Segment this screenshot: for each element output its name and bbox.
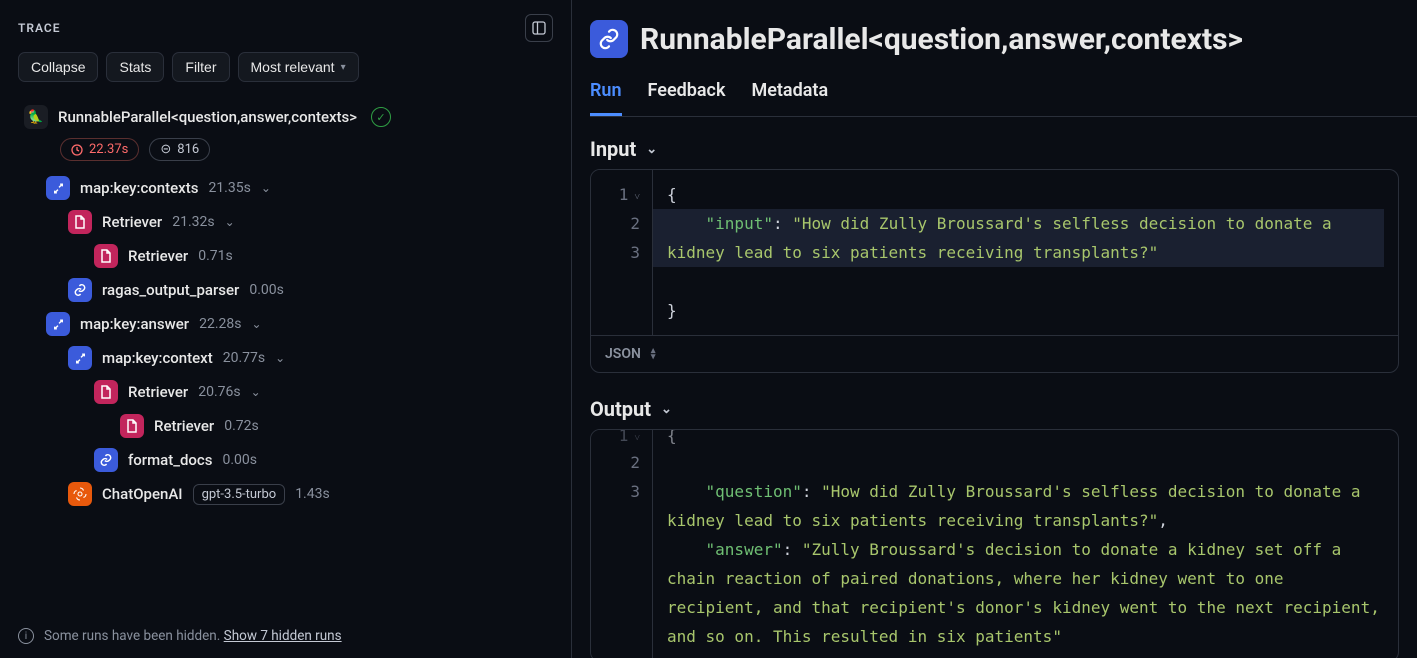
status-success-icon: ✓ [371, 107, 391, 127]
openai-icon [68, 482, 92, 506]
document-icon [68, 210, 92, 234]
trace-node-fmt[interactable]: format_docs0.00s [88, 443, 263, 477]
chain-icon [68, 346, 92, 370]
root-meta: 22.37s ⊝ 816 [18, 134, 561, 171]
panel-toggle-button[interactable] [525, 14, 553, 42]
sort-dropdown[interactable]: Most relevant ▾ [238, 52, 359, 82]
output-section-toggle[interactable]: Output ⌄ [590, 397, 1417, 421]
chevron-down-icon: ⌄ [661, 402, 672, 417]
format-selector[interactable]: JSON ▴▾ [591, 335, 1398, 372]
token-icon: ⊝ [160, 142, 171, 157]
trace-node-ret1b[interactable]: Retriever0.71s [88, 239, 239, 273]
trace-tree: 🦜 RunnableParallel<question,answer,conte… [0, 96, 571, 618]
document-icon [94, 380, 118, 404]
tokens-pill: ⊝ 816 [149, 138, 210, 161]
chevron-down-icon: ▾ [341, 62, 346, 73]
trace-panel: TRACE Collapse Stats Filter Most relevan… [0, 0, 572, 658]
detail-tabs: Run Feedback Metadata [590, 72, 1417, 117]
tab-run[interactable]: Run [590, 72, 622, 116]
tab-feedback[interactable]: Feedback [648, 72, 726, 116]
trace-node-ret2b[interactable]: Retriever0.72s [114, 409, 265, 443]
link-icon [590, 20, 628, 58]
hidden-runs-notice: i Some runs have been hidden. Show 7 hid… [0, 618, 571, 658]
document-icon [120, 414, 144, 438]
detail-panel: RunnableParallel<question,answer,context… [572, 0, 1417, 658]
trace-node-ragas[interactable]: ragas_output_parser0.00s [62, 273, 290, 307]
run-title: RunnableParallel<question,answer,context… [640, 22, 1243, 57]
document-icon [94, 244, 118, 268]
link-icon [68, 278, 92, 302]
input-section-toggle[interactable]: Input ⌄ [590, 137, 1417, 161]
model-badge: gpt-3.5-turbo [193, 484, 286, 505]
chevron-down-icon[interactable]: ⌄ [251, 385, 267, 399]
trace-node-ret1[interactable]: Retriever21.32s⌄ [62, 205, 247, 239]
trace-node-ctx[interactable]: map:key:contexts21.35s⌄ [40, 171, 283, 205]
trace-node-ret2[interactable]: Retriever20.76s⌄ [88, 375, 273, 409]
trace-toolbar: Collapse Stats Filter Most relevant ▾ [0, 52, 571, 96]
trace-node-ans[interactable]: map:key:answer22.28s⌄ [40, 307, 274, 341]
trace-node-ctx2[interactable]: map:key:context20.77s⌄ [62, 341, 297, 375]
filter-button[interactable]: Filter [172, 52, 229, 82]
collapse-button[interactable]: Collapse [18, 52, 98, 82]
info-icon: i [18, 628, 34, 644]
chain-icon [46, 176, 70, 200]
parrot-icon: 🦜 [24, 105, 48, 129]
stats-button[interactable]: Stats [106, 52, 164, 82]
sort-icon: ▴▾ [651, 348, 656, 360]
chain-icon [46, 312, 70, 336]
tab-metadata[interactable]: Metadata [751, 72, 828, 116]
output-code-block: 123 { "question": "How did Zully Broussa… [590, 429, 1399, 658]
chevron-down-icon[interactable]: ⌄ [261, 181, 277, 195]
chevron-down-icon[interactable]: ⌄ [251, 317, 267, 331]
show-hidden-link[interactable]: Show 7 hidden runs [224, 628, 342, 644]
trace-node-chat[interactable]: ChatOpenAIgpt-3.5-turbo1.43s [62, 477, 336, 511]
chevron-down-icon[interactable]: ⌄ [275, 351, 291, 365]
trace-root-node[interactable]: 🦜 RunnableParallel<question,answer,conte… [18, 100, 561, 134]
chevron-down-icon: ⌄ [646, 142, 657, 157]
chevron-down-icon[interactable]: ⌄ [225, 215, 241, 229]
duration-pill: 22.37s [60, 138, 139, 161]
link-icon [94, 448, 118, 472]
trace-heading: TRACE [18, 21, 61, 35]
input-code-block: 123 { "input": "How did Zully Broussard'… [590, 169, 1399, 373]
